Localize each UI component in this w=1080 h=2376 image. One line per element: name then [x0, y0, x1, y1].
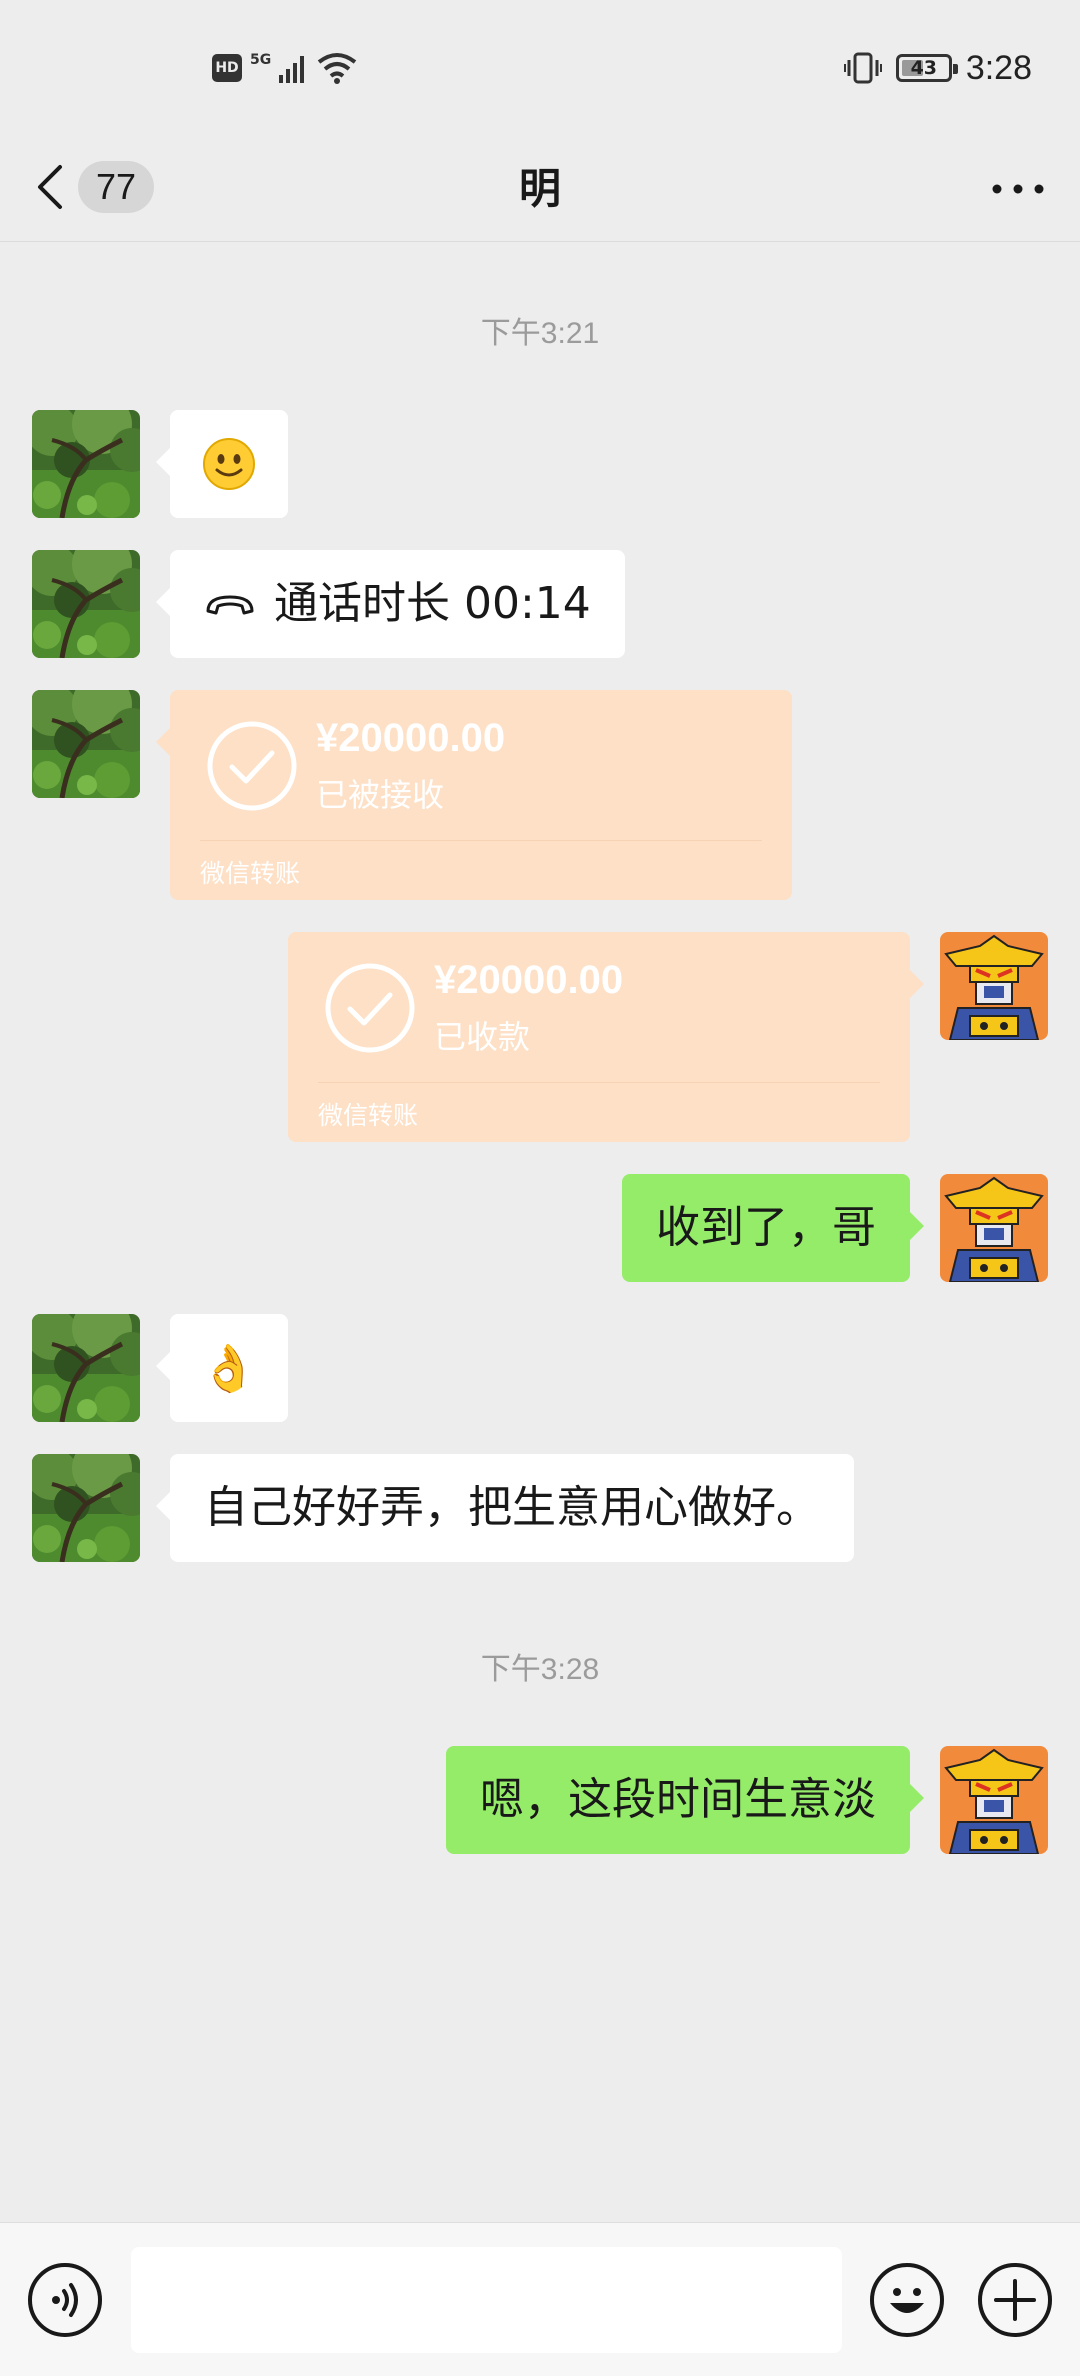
transfer-status: 已收款: [434, 1018, 531, 1056]
back-button[interactable]: 77: [36, 155, 154, 219]
transfer-label: 微信转账: [318, 1101, 419, 1130]
clock: 3:28: [965, 48, 1032, 87]
contact-avatar[interactable]: [32, 690, 140, 798]
self-avatar[interactable]: [940, 1746, 1048, 1854]
status-left: HD 5G: [212, 48, 357, 88]
self-avatar[interactable]: [940, 1174, 1048, 1282]
message-bubble-self[interactable]: 收到了，哥: [622, 1174, 924, 1282]
smile-emoji-icon: [203, 438, 255, 490]
network-label: 5G: [250, 52, 272, 68]
chat-header: 77 明: [0, 135, 1080, 242]
plus-button[interactable]: [978, 2263, 1052, 2337]
message-bubble-other[interactable]: 自己好好弄，把生意用心做好。: [156, 1454, 854, 1562]
more-button[interactable]: [986, 165, 1050, 213]
status-right: 43 3:28: [843, 46, 1032, 90]
message-bubble-self[interactable]: 嗯，这段时间生意淡: [446, 1746, 924, 1854]
contact-avatar[interactable]: [32, 410, 140, 518]
message-bubble-emoji-smile[interactable]: [156, 410, 288, 518]
wifi-icon: [318, 53, 357, 84]
more-dots-icon: [992, 184, 1044, 194]
battery-level: 43: [910, 57, 938, 79]
message-input[interactable]: [131, 2247, 842, 2353]
input-bar: [0, 2222, 1080, 2376]
message-text: 嗯，这段时间生意淡: [480, 1774, 876, 1825]
contact-avatar[interactable]: [32, 1314, 140, 1422]
check-circle-icon: [325, 963, 415, 1053]
sticker-button[interactable]: [870, 2263, 944, 2337]
transfer-card-collected[interactable]: ¥20000.00 已收款 微信转账: [288, 932, 924, 1142]
transfer-card-received[interactable]: ¥20000.00 已被接收 微信转账: [156, 690, 792, 900]
message-bubble-emoji-ok[interactable]: 👌: [156, 1314, 288, 1422]
transfer-status: 已被接收: [316, 776, 445, 814]
call-duration-text: 通话时长 00:14: [274, 578, 591, 629]
vibrate-icon: [843, 52, 882, 84]
voice-button[interactable]: [28, 2263, 102, 2337]
battery-icon: 43: [895, 54, 958, 82]
transfer-amount: ¥20000.00: [434, 958, 624, 1002]
message-text: 自己好好弄，把生意用心做好。: [204, 1482, 820, 1533]
divider: [200, 840, 762, 841]
contact-avatar[interactable]: [32, 550, 140, 658]
chat-title: 明: [518, 164, 561, 213]
contact-avatar[interactable]: [32, 1454, 140, 1562]
message-bubble-call[interactable]: 通话时长 00:14: [156, 550, 625, 658]
hd-badge: HD: [212, 54, 242, 82]
transfer-label: 微信转账: [200, 859, 301, 888]
transfer-amount: ¥20000.00: [316, 716, 506, 760]
plus-icon: [994, 2279, 1036, 2321]
divider: [318, 1082, 880, 1083]
signal-icon: [279, 56, 305, 83]
unread-count-badge: 77: [78, 161, 154, 213]
chevron-left-icon: [38, 165, 62, 209]
smiley-icon: [890, 2288, 924, 2313]
timestamp: 下午3:21: [480, 317, 600, 350]
self-avatar[interactable]: [940, 932, 1048, 1040]
message-text: 收到了，哥: [656, 1202, 876, 1253]
ok-hand-emoji-icon: 👌: [200, 1341, 258, 1395]
check-circle-icon: [207, 721, 297, 811]
status-bar: HD 5G 43 3:28: [0, 0, 1080, 135]
phone-hangup-icon: [206, 595, 254, 615]
voice-icon: [52, 2283, 78, 2317]
timestamp: 下午3:28: [480, 1653, 600, 1686]
